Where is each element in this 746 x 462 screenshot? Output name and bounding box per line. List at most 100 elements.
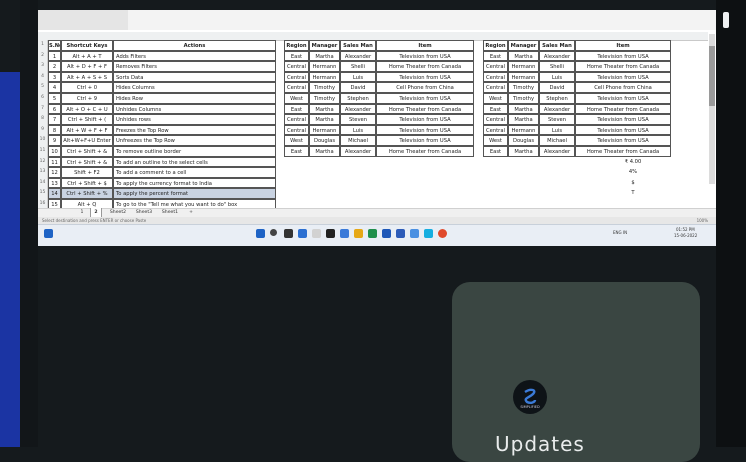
row-number-cell[interactable]: 13	[38, 167, 48, 178]
sheet-tab-sheet2[interactable]: Sheet2	[108, 208, 128, 217]
header-cell[interactable]: Sales Man	[539, 40, 575, 51]
table-cell[interactable]: Alt + O + C + U	[61, 103, 113, 115]
header-cell[interactable]: Region	[483, 40, 508, 51]
table-cell[interactable]: East	[284, 103, 309, 115]
table-cell[interactable]: To apply the percent format	[113, 188, 276, 199]
widgets-icon[interactable]	[326, 229, 335, 238]
table-cell[interactable]: Television from USA	[575, 124, 671, 136]
table-cell[interactable]: Home Theater from Canada	[376, 61, 474, 72]
table-cell[interactable]: West	[483, 135, 508, 146]
table-cell[interactable]: Alexander	[340, 50, 376, 62]
table-cell[interactable]: 4	[48, 82, 61, 93]
word-icon[interactable]	[382, 229, 391, 238]
table-cell[interactable]: Television from USA	[376, 135, 474, 146]
table-cell[interactable]: David	[340, 82, 376, 93]
row-number-cell[interactable]: 12	[38, 156, 48, 168]
table-cell[interactable]: Steven	[340, 114, 376, 125]
header-cell[interactable]: Shortcut Keys	[61, 40, 113, 51]
search-icon[interactable]	[270, 229, 277, 236]
table-cell[interactable]: Sorts Data	[113, 71, 276, 83]
table-cell[interactable]: Michael	[340, 135, 376, 146]
table-cell[interactable]: Alexander	[539, 103, 575, 115]
excel-icon[interactable]	[368, 229, 377, 238]
header-cell[interactable]: Item	[376, 40, 474, 51]
table-cell[interactable]: Alt + W + F + F	[61, 124, 113, 136]
table-cell[interactable]: Unhides Columns	[113, 103, 276, 115]
table-cell[interactable]: East	[284, 146, 309, 157]
sheet-tab-2[interactable]: 2	[90, 208, 102, 217]
table-cell[interactable]: Hermann	[309, 61, 340, 72]
table-cell[interactable]: West	[483, 93, 508, 104]
sheet-tab-1[interactable]: 1	[78, 208, 86, 217]
header-cell[interactable]: Sales Man	[340, 40, 376, 51]
header-cell[interactable]: Manager	[309, 40, 340, 51]
row-number-cell[interactable]: 4	[38, 71, 48, 83]
table-cell[interactable]: Luis	[340, 124, 376, 136]
table-cell[interactable]: 11	[48, 156, 61, 168]
value-cell[interactable]: T	[603, 188, 663, 199]
table-cell[interactable]: Home Theater from Canada	[376, 103, 474, 115]
table-cell[interactable]: Ctrl + Shift + (	[61, 114, 113, 125]
table-cell[interactable]: Hermann	[508, 61, 539, 72]
sheet-tab-sheet1[interactable]: Sheet1	[160, 208, 180, 217]
row-number-cell[interactable]: 8	[38, 114, 48, 125]
table-cell[interactable]: Cell Phone from China	[575, 82, 671, 93]
table-cell[interactable]: Luis	[539, 71, 575, 83]
table-cell[interactable]: Central	[284, 124, 309, 136]
add-sheet-button[interactable]: +	[186, 208, 196, 217]
table-cell[interactable]: Ctrl + Shift + $	[61, 177, 113, 189]
table-cell[interactable]: Unhides rows	[113, 114, 276, 125]
table-cell[interactable]: Central	[284, 114, 309, 125]
table-cell[interactable]: Steven	[539, 114, 575, 125]
table-cell[interactable]: Shelli	[539, 61, 575, 72]
start-icon[interactable]	[44, 229, 53, 238]
table-cell[interactable]: Ctrl + 9	[61, 93, 113, 104]
table-cell[interactable]: West	[284, 93, 309, 104]
row-number-cell[interactable]: 5	[38, 82, 48, 93]
table-cell[interactable]: Home Theater from Canada	[575, 146, 671, 157]
table-cell[interactable]: East	[483, 146, 508, 157]
table-cell[interactable]: Central	[483, 71, 508, 83]
table-cell[interactable]: Central	[483, 124, 508, 136]
folder-icon[interactable]	[354, 229, 363, 238]
row-number-cell[interactable]: 11	[38, 146, 48, 157]
table-cell[interactable]: Hermann	[508, 71, 539, 83]
row-number-cell[interactable]: 10	[38, 135, 48, 146]
table-cell[interactable]: Shift + F2	[61, 167, 113, 178]
tray-time[interactable]: 01:52 PM	[676, 227, 695, 232]
table-cell[interactable]: Hides Row	[113, 93, 276, 104]
table-cell[interactable]: 6	[48, 103, 61, 115]
teams-icon[interactable]	[424, 229, 433, 238]
table-cell[interactable]: Luis	[539, 124, 575, 136]
table-cell[interactable]: Alt + A + S + S	[61, 71, 113, 83]
table-cell[interactable]: Hermann	[309, 71, 340, 83]
table-cell[interactable]: Alt + A + T	[61, 50, 113, 62]
table-cell[interactable]: Luis	[340, 71, 376, 83]
table-cell[interactable]: Alexander	[539, 50, 575, 62]
table-cell[interactable]: Alt+W+F+U Enter	[61, 135, 113, 146]
table-cell[interactable]: Timothy	[508, 82, 539, 93]
chat-icon[interactable]	[312, 229, 321, 238]
row-number-cell[interactable]: 6	[38, 93, 48, 104]
value-cell[interactable]: 4%	[603, 167, 663, 178]
table-cell[interactable]: 5	[48, 93, 61, 104]
table-cell[interactable]: To remove outline border	[113, 146, 276, 157]
table-cell[interactable]: 9	[48, 135, 61, 146]
table-cell[interactable]: Stephen	[340, 93, 376, 104]
header-cell[interactable]: S.No.	[48, 40, 61, 51]
table-cell[interactable]: Television from USA	[575, 71, 671, 83]
table-cell[interactable]: Central	[284, 82, 309, 93]
name-box[interactable]	[38, 10, 128, 30]
table-cell[interactable]: Central	[284, 61, 309, 72]
table-cell[interactable]: 12	[48, 167, 61, 178]
value-cell[interactable]: ₹ 4.00	[603, 157, 663, 168]
header-cell[interactable]: Manager	[508, 40, 539, 51]
header-cell[interactable]: Item	[575, 40, 671, 51]
table-cell[interactable]: Martha	[309, 146, 340, 157]
table-cell[interactable]: Hermann	[508, 124, 539, 136]
row-number-cell[interactable]: 9	[38, 124, 48, 136]
table-cell[interactable]: 14	[48, 188, 61, 199]
table-cell[interactable]: Central	[483, 61, 508, 72]
table-cell[interactable]: David	[539, 82, 575, 93]
table-cell[interactable]: Alexander	[539, 146, 575, 157]
